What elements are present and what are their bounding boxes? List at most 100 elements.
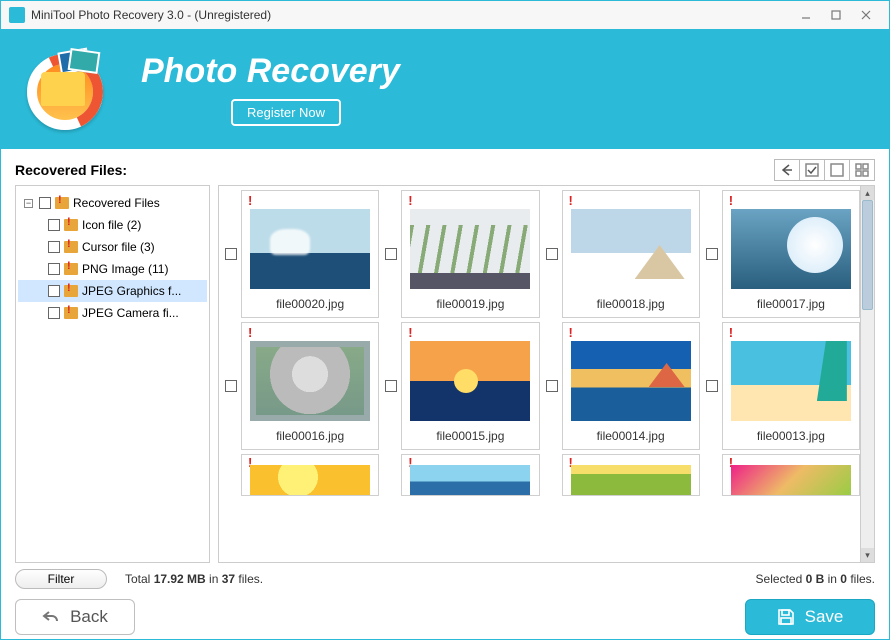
register-button[interactable]: Register Now xyxy=(231,99,341,126)
file-name: file00015.jpg xyxy=(436,427,504,445)
folder-icon xyxy=(64,241,78,253)
minimize-button[interactable] xyxy=(791,5,821,25)
save-icon xyxy=(777,608,795,626)
folder-icon xyxy=(55,197,69,209)
list-view-button[interactable] xyxy=(849,159,875,181)
thumbnail-card[interactable]: ! xyxy=(241,454,379,496)
checkbox[interactable] xyxy=(39,197,51,209)
thumbnail-card[interactable]: !file00017.jpg xyxy=(722,190,860,318)
scroll-thumb[interactable] xyxy=(862,200,873,310)
thumbnail-card[interactable]: !file00019.jpg xyxy=(401,190,539,318)
thumbnail-image xyxy=(571,341,691,421)
back-button[interactable]: Back xyxy=(15,599,135,635)
thumbnail-cell: ! xyxy=(385,454,539,496)
checkbox[interactable] xyxy=(48,285,60,297)
thumbnail-cell: ! xyxy=(225,454,379,496)
warning-icon: ! xyxy=(729,193,733,203)
thumbnail-card[interactable]: ! xyxy=(722,454,860,496)
window-title: MiniTool Photo Recovery 3.0 - (Unregiste… xyxy=(31,8,271,22)
file-name: file00016.jpg xyxy=(276,427,344,445)
deselect-all-button[interactable] xyxy=(824,159,850,181)
checkbox[interactable] xyxy=(48,241,60,253)
checkbox[interactable] xyxy=(706,248,718,260)
thumbnail-card[interactable]: ! file00018.jpg xyxy=(562,190,700,318)
tree-item-label: JPEG Camera fi... xyxy=(82,306,179,320)
file-tree[interactable]: −Recovered Files Icon file (2) Cursor file… xyxy=(15,185,210,563)
warning-icon: ! xyxy=(569,325,573,335)
thumbnail-image xyxy=(731,465,851,495)
checkbox[interactable] xyxy=(546,248,558,260)
close-button[interactable] xyxy=(851,5,881,25)
checkbox[interactable] xyxy=(546,380,558,392)
app-icon xyxy=(9,7,25,23)
tree-item[interactable]: Cursor file (3) xyxy=(18,236,207,258)
warning-icon: ! xyxy=(408,455,412,465)
back-arrow-button[interactable] xyxy=(774,159,800,181)
checkbox[interactable] xyxy=(385,380,397,392)
thumbnail-card[interactable]: !file00014.jpg xyxy=(562,322,700,450)
content-area: Recovered Files: −Recovered Files Icon fi… xyxy=(1,151,889,563)
save-button[interactable]: Save xyxy=(745,599,875,635)
thumbnail-grid[interactable]: !file00020.jpg!file00019.jpg! file00018.j… xyxy=(218,185,861,563)
titlebar: MiniTool Photo Recovery 3.0 - (Unregiste… xyxy=(1,1,889,29)
checkbox[interactable] xyxy=(48,263,60,275)
thumbnail-card[interactable]: ! file00015.jpg xyxy=(401,322,539,450)
checkbox[interactable] xyxy=(225,248,237,260)
file-name: file00018.jpg xyxy=(597,295,665,313)
save-button-label: Save xyxy=(805,607,844,627)
checkbox[interactable] xyxy=(385,248,397,260)
thumbnail-card[interactable]: !file00016.jpg xyxy=(241,322,379,450)
thumbnail-cell: ! xyxy=(546,454,700,496)
thumbnail-cell: !file00017.jpg xyxy=(706,190,860,318)
thumbnail-cell: !file00013.jpg xyxy=(706,322,860,450)
maximize-button[interactable] xyxy=(821,5,851,25)
checkbox[interactable] xyxy=(706,380,718,392)
tree-item-label: Icon file (2) xyxy=(82,218,141,232)
app-title: Photo Recovery xyxy=(141,52,400,91)
checkbox[interactable] xyxy=(225,380,237,392)
filter-button[interactable]: Filter xyxy=(15,569,107,589)
thumbnail-image xyxy=(731,209,851,289)
checkbox[interactable] xyxy=(48,307,60,319)
folder-icon xyxy=(64,263,78,275)
thumbnail-cell: !file00016.jpg xyxy=(225,322,379,450)
thumbnail-card[interactable]: ! xyxy=(562,454,700,496)
vertical-scrollbar[interactable]: ▴ ▾ xyxy=(861,185,875,563)
tree-item-label: PNG Image (11) xyxy=(82,262,168,276)
thumbnail-image xyxy=(410,341,530,421)
thumbnail-image xyxy=(410,209,530,289)
tree-root[interactable]: −Recovered Files xyxy=(18,192,207,214)
scroll-down-button[interactable]: ▾ xyxy=(861,548,874,562)
warning-icon: ! xyxy=(569,193,573,203)
undo-icon xyxy=(42,608,60,626)
checkbox[interactable] xyxy=(48,219,60,231)
thumbnail-image xyxy=(571,209,691,289)
folder-icon xyxy=(64,285,78,297)
tree-item[interactable]: JPEG Camera fi... xyxy=(18,302,207,324)
thumbnail-card[interactable]: ! xyxy=(401,454,539,496)
tree-item[interactable]: JPEG Graphics f... xyxy=(18,280,207,302)
warning-icon: ! xyxy=(569,455,573,465)
warning-icon: ! xyxy=(729,325,733,335)
folder-icon xyxy=(64,307,78,319)
thumbnail-image xyxy=(250,465,370,495)
tree-item[interactable]: PNG Image (11) xyxy=(18,258,207,280)
select-all-button[interactable] xyxy=(799,159,825,181)
tree-item-label: Cursor file (3) xyxy=(82,240,155,254)
thumbnail-card[interactable]: !file00013.jpg xyxy=(722,322,860,450)
warning-icon: ! xyxy=(408,325,412,335)
thumbnail-image xyxy=(571,465,691,495)
recovered-files-label: Recovered Files: xyxy=(15,162,127,178)
thumbnail-image xyxy=(731,341,851,421)
collapse-icon[interactable]: − xyxy=(24,199,33,208)
thumbnail-cell: ! file00015.jpg xyxy=(385,322,539,450)
selected-status: Selected 0 B in 0 files. xyxy=(756,572,875,586)
warning-icon: ! xyxy=(248,455,252,465)
thumbnail-cell: !file00014.jpg xyxy=(546,322,700,450)
thumbnail-card[interactable]: !file00020.jpg xyxy=(241,190,379,318)
warning-icon: ! xyxy=(729,455,733,465)
tree-item[interactable]: Icon file (2) xyxy=(18,214,207,236)
scroll-up-button[interactable]: ▴ xyxy=(861,186,874,200)
window-buttons xyxy=(791,5,881,25)
thumbnail-image xyxy=(410,465,530,495)
